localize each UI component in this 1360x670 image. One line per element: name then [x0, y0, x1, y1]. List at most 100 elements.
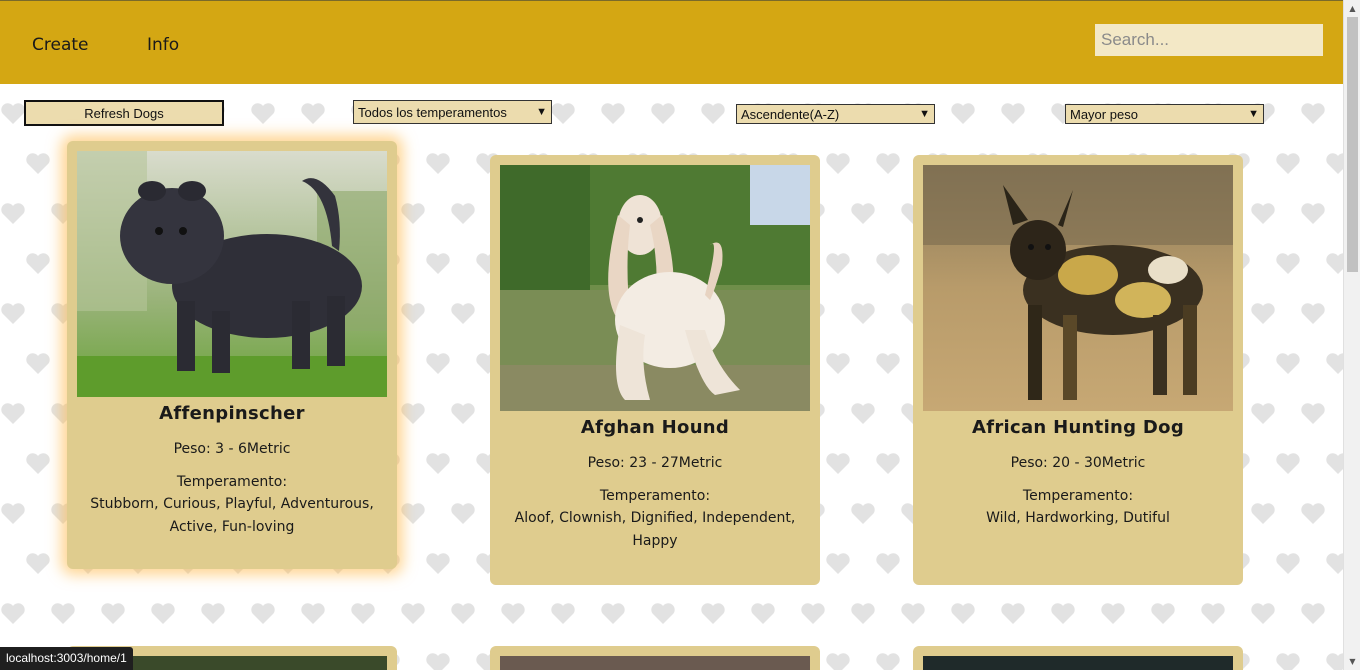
temperament-list: Wild, Hardworking, Dutiful [986, 510, 1170, 526]
temperament-filter-select[interactable]: Todos los temperamentos ▼ [353, 100, 552, 124]
heart-pattern-icon [876, 653, 900, 670]
scroll-up-icon[interactable]: ▲ [1344, 0, 1360, 17]
chevron-down-icon: ▼ [1248, 108, 1259, 120]
heart-pattern-icon [951, 103, 975, 124]
heart-pattern-icon [1101, 603, 1125, 624]
heart-pattern-icon [26, 353, 50, 374]
heart-pattern-icon [701, 103, 725, 124]
search-input[interactable] [1095, 24, 1323, 56]
temperament-list: Stubborn, Curious, Playful, Adventurous,… [90, 496, 374, 535]
heart-pattern-icon [1301, 103, 1325, 124]
heart-pattern-icon [1251, 203, 1275, 224]
dog-card[interactable] [913, 646, 1243, 670]
heart-pattern-icon [251, 603, 275, 624]
heart-pattern-icon [401, 203, 425, 224]
nav-link-info[interactable]: Info [147, 35, 179, 55]
heart-pattern-icon [1, 403, 25, 424]
vertical-scrollbar[interactable]: ▲ ▼ [1343, 0, 1360, 670]
heart-pattern-icon [0, 452, 1, 476]
dog-card[interactable] [490, 646, 820, 670]
link-status-bar: localhost:3003/home/1 [0, 647, 133, 670]
heart-pattern-icon [826, 553, 850, 574]
heart-pattern-icon [551, 103, 575, 124]
heart-pattern-icon [851, 603, 875, 624]
order-select-value: Ascendente(A-Z) [741, 106, 840, 122]
heart-pattern-icon [1276, 453, 1300, 474]
weight-sort-select[interactable]: Mayor peso ▼ [1065, 104, 1264, 124]
heart-pattern-icon [1, 503, 25, 524]
heart-pattern-icon [251, 103, 275, 124]
scroll-down-icon[interactable]: ▼ [1344, 653, 1360, 670]
refresh-dogs-button[interactable]: Refresh Dogs [24, 100, 224, 126]
heart-pattern-icon [0, 252, 1, 276]
heart-pattern-icon [201, 603, 225, 624]
heart-pattern-icon [751, 603, 775, 624]
heart-pattern-icon [1, 303, 25, 324]
heart-pattern-icon [1251, 603, 1275, 624]
heart-pattern-icon [401, 303, 425, 324]
heart-pattern-icon [851, 303, 875, 324]
heart-pattern-icon [1276, 153, 1300, 174]
heart-pattern-icon [701, 603, 725, 624]
chevron-down-icon: ▼ [536, 106, 547, 118]
heart-pattern-icon [1251, 403, 1275, 424]
heart-pattern-icon [1301, 503, 1325, 524]
heart-pattern-icon [351, 603, 375, 624]
heart-pattern-icon [851, 203, 875, 224]
temperament-filter-value: Todos los temperamentos [358, 104, 507, 120]
heart-pattern-icon [1276, 353, 1300, 374]
heart-pattern-icon [1, 603, 25, 624]
heart-pattern-icon [1001, 603, 1025, 624]
weight-sort-value: Mayor peso [1070, 106, 1138, 122]
heart-pattern-icon [851, 503, 875, 524]
heart-pattern-icon [26, 253, 50, 274]
heart-pattern-icon [1301, 403, 1325, 424]
heart-pattern-icon [1251, 303, 1275, 324]
heart-pattern-icon [1276, 553, 1300, 574]
heart-pattern-icon [426, 353, 450, 374]
heart-pattern-icon [1151, 603, 1175, 624]
heart-pattern-icon [651, 603, 675, 624]
heart-pattern-icon [1326, 453, 1343, 474]
heart-pattern-icon [426, 153, 450, 174]
heart-pattern-icon [876, 253, 900, 274]
heart-pattern-icon [801, 603, 825, 624]
heart-pattern-icon [826, 353, 850, 374]
heart-pattern-icon [826, 453, 850, 474]
dog-weight: Peso: 23 - 27Metric [587, 455, 723, 471]
order-select[interactable]: Ascendente(A-Z) ▼ [736, 104, 935, 124]
heart-pattern-icon [51, 603, 75, 624]
heart-pattern-icon [1276, 253, 1300, 274]
dog-card[interactable]: Affenpinscher Peso: 3 - 6Metric Temperam… [67, 141, 397, 569]
heart-pattern-icon [826, 653, 850, 670]
heart-pattern-icon [1326, 253, 1343, 274]
heart-pattern-icon [301, 103, 325, 124]
scrollbar-thumb[interactable] [1347, 17, 1358, 272]
dog-name: Affenpinscher [159, 403, 305, 424]
heart-pattern-icon [826, 153, 850, 174]
heart-pattern-icon [1326, 153, 1343, 174]
heart-pattern-icon [876, 553, 900, 574]
dog-photo-afghan-hound [500, 165, 810, 411]
heart-pattern-icon [0, 552, 1, 576]
temperament-list: Aloof, Clownish, Dignified, Independent,… [514, 510, 796, 549]
heart-pattern-icon [0, 352, 1, 376]
dog-card[interactable]: African Hunting Dog Peso: 20 - 30Metric … [913, 155, 1243, 585]
nav-link-create[interactable]: Create [32, 35, 89, 55]
heart-pattern-icon [426, 253, 450, 274]
heart-pattern-icon [0, 152, 1, 176]
heart-pattern-icon [401, 603, 425, 624]
heart-pattern-icon [1251, 503, 1275, 524]
heart-pattern-icon [1, 203, 25, 224]
top-navigation-bar: Create Info [0, 0, 1343, 84]
heart-pattern-icon [426, 553, 450, 574]
heart-pattern-icon [876, 153, 900, 174]
heart-pattern-icon [1, 103, 25, 124]
temperament-label: Temperamento: [599, 488, 711, 504]
dog-photo [500, 656, 810, 670]
heart-pattern-icon [426, 453, 450, 474]
heart-pattern-icon [451, 403, 475, 424]
temperament-label: Temperamento: [176, 474, 288, 490]
heart-pattern-icon [601, 603, 625, 624]
dog-card[interactable]: Afghan Hound Peso: 23 - 27Metric Tempera… [490, 155, 820, 585]
